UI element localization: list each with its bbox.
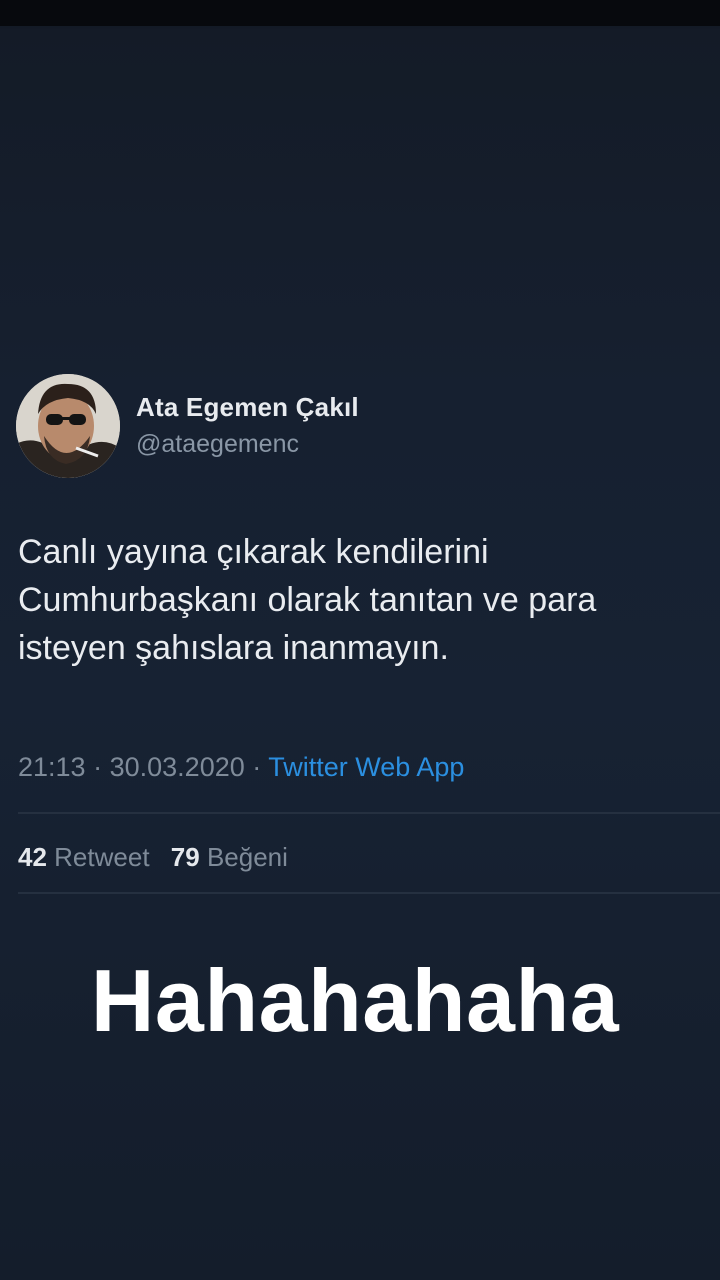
tweet-stats: 42 Retweet 79 Beğeni — [18, 842, 288, 873]
divider — [18, 892, 720, 894]
tweet-source-link[interactable]: Twitter Web App — [268, 752, 464, 782]
retweet-label[interactable]: Retweet — [54, 842, 149, 872]
story-screen: Ata Egemen Çakıl @ataegemenc Canlı yayın… — [0, 0, 720, 1280]
top-strip — [0, 0, 720, 26]
avatar[interactable] — [16, 374, 120, 478]
like-label[interactable]: Beğeni — [207, 842, 288, 872]
author-handle[interactable]: @ataegemenc — [136, 430, 299, 459]
like-count[interactable]: 79 — [171, 842, 200, 872]
tweet-meta: 21:13 · 30.03.2020 · Twitter Web App — [18, 752, 464, 783]
author-name[interactable]: Ata Egemen Çakıl — [136, 392, 359, 423]
avatar-image — [16, 374, 120, 478]
meta-separator: · — [93, 752, 103, 782]
tweet-date[interactable]: 30.03.2020 — [110, 752, 245, 782]
tweet-time[interactable]: 21:13 — [18, 752, 86, 782]
story-caption: Hahahahaha — [90, 951, 620, 1050]
tweet-text: Canlı yayına çıkarak kendilerini Cumhurb… — [18, 533, 597, 667]
meta-separator: · — [252, 752, 262, 782]
divider — [18, 812, 720, 814]
retweet-count[interactable]: 42 — [18, 842, 47, 872]
